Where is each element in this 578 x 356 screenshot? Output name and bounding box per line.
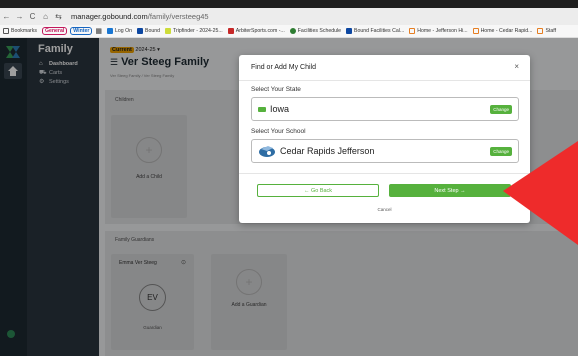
annotation-arrow bbox=[503, 141, 578, 245]
screen: ← → C ⌂ ⇆ manager.gobound.com/family/ver… bbox=[0, 0, 578, 356]
